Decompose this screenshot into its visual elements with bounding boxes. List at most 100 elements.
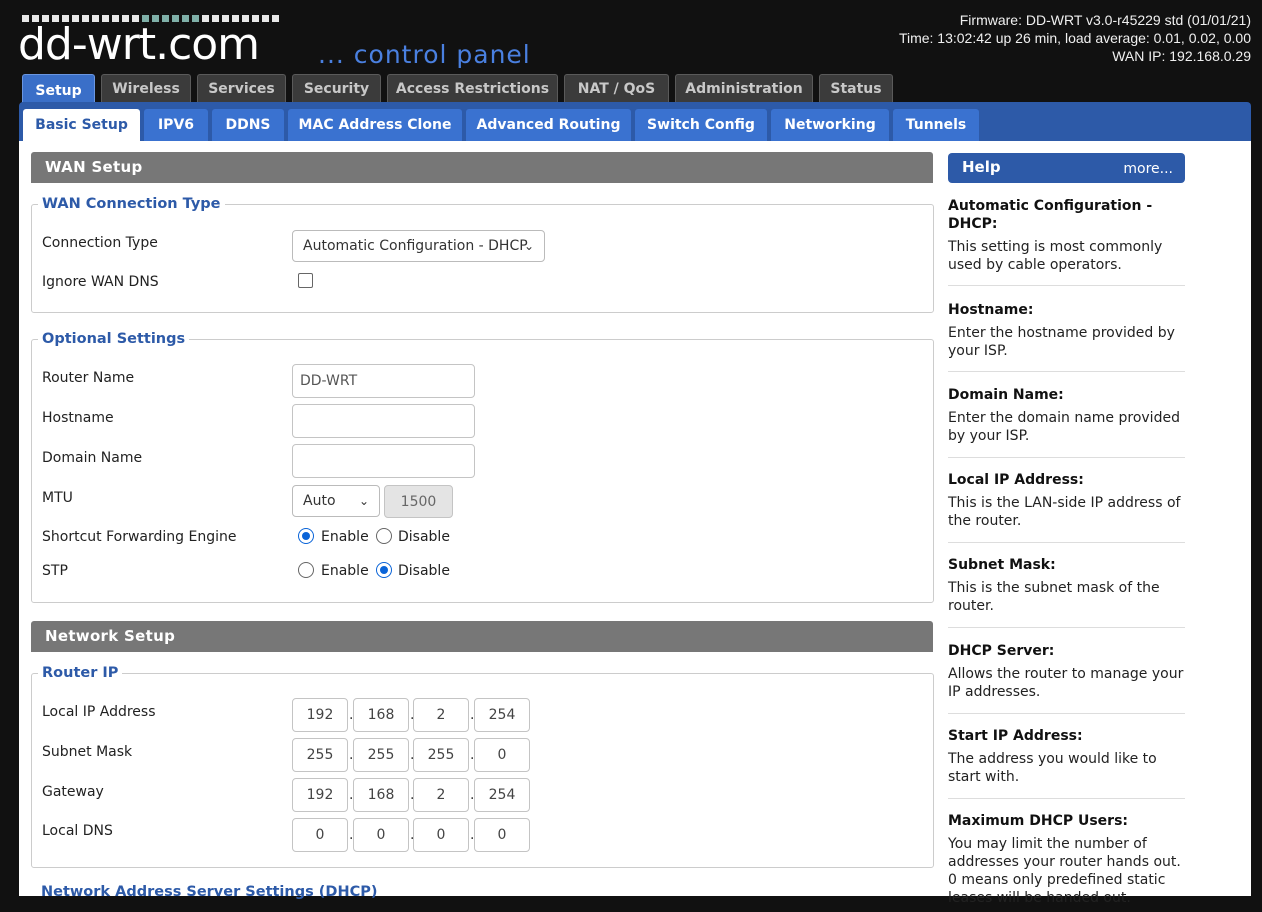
tab-administration[interactable]: Administration: [675, 74, 813, 104]
section-header-wan-setup: WAN Setup: [31, 152, 933, 183]
help-more-link[interactable]: more...: [1123, 153, 1173, 185]
help-item-text: This is the LAN-side IP address of the r…: [948, 495, 1181, 529]
help-item-text: Allows the router to manage your IP addr…: [948, 666, 1184, 700]
help-item-heading: Maximum DHCP Users:: [948, 813, 1129, 829]
uptime-text: Time: 13:02:42 up 26 min, load average: …: [898, 30, 1251, 46]
sfe-disable-label: Disable: [398, 529, 450, 545]
subnet-octet-3[interactable]: 255: [413, 738, 469, 772]
dns-octet-1[interactable]: 0: [292, 818, 348, 852]
subtab-networking[interactable]: Networking: [771, 109, 889, 142]
label-local-ip-address: Local IP Address: [42, 704, 156, 720]
gateway-octet-1[interactable]: 192: [292, 778, 348, 812]
legend-optional-settings: Optional Settings: [42, 331, 186, 347]
fieldset-optional-settings: Optional Settings: [31, 331, 934, 603]
gateway-octet-2[interactable]: 168: [353, 778, 409, 812]
subnet-octet-2[interactable]: 255: [353, 738, 409, 772]
gateway-octet-3[interactable]: 2: [413, 778, 469, 812]
help-item-text: This is the subnet mask of the router.: [948, 580, 1160, 614]
stp-disable-radio[interactable]: [376, 562, 392, 578]
subnet-octet-4[interactable]: 0: [474, 738, 530, 772]
domain-name-input[interactable]: [292, 444, 475, 478]
tab-services[interactable]: Services: [197, 74, 286, 104]
label-domain-name: Domain Name: [42, 450, 143, 466]
stp-enable-radio[interactable]: [298, 562, 314, 578]
status-info: Firmware: DD-WRT v3.0-r45229 std (01/01/…: [899, 11, 1251, 65]
help-item-heading: Subnet Mask:: [948, 557, 1056, 573]
stp-enable-label: Enable: [321, 563, 369, 579]
help-item: Automatic Configuration - DHCP: This set…: [948, 197, 1185, 286]
label-stp: STP: [42, 563, 68, 579]
tab-status[interactable]: Status: [819, 74, 893, 104]
help-item-text: You may limit the number of addresses yo…: [948, 836, 1181, 906]
header: dd-wrt.com ... control panel Firmware: D…: [0, 0, 1262, 106]
mtu-mode-select[interactable]: Auto ⌄: [292, 485, 380, 517]
subtab-mac-address-clone[interactable]: MAC Address Clone: [288, 109, 462, 142]
help-item: Maximum DHCP Users: You may limit the nu…: [948, 812, 1185, 912]
legend-dhcp-settings: Network Address Server Settings (DHCP): [41, 884, 378, 900]
logo-main: dd-wrt: [18, 19, 156, 70]
label-connection-type: Connection Type: [42, 235, 158, 251]
help-item-text: The address you would like to start with…: [948, 751, 1157, 785]
sfe-enable-label: Enable: [321, 529, 369, 545]
help-item-text: Enter the domain name provided by your I…: [948, 410, 1180, 444]
gateway-octet-4[interactable]: 254: [474, 778, 530, 812]
label-hostname: Hostname: [42, 410, 114, 426]
mtu-value-input: 1500: [384, 485, 453, 518]
local-ip-octet-1[interactable]: 192: [292, 698, 348, 732]
connection-type-select[interactable]: Automatic Configuration - DHCP ⌄: [292, 230, 545, 262]
subtab-ipv6[interactable]: IPV6: [144, 109, 208, 142]
hostname-input[interactable]: [292, 404, 475, 438]
dns-octet-4[interactable]: 0: [474, 818, 530, 852]
firmware-version: Firmware: DD-WRT v3.0-r45229 std (01/01/…: [959, 12, 1251, 28]
router-name-input[interactable]: DD-WRT: [292, 364, 475, 398]
help-item: DHCP Server: Allows the router to manage…: [948, 642, 1185, 714]
help-title: Help: [962, 158, 1001, 176]
section-header-network-setup: Network Setup: [31, 621, 933, 652]
stp-disable-label: Disable: [398, 563, 450, 579]
sfe-enable-radio[interactable]: [298, 528, 314, 544]
dns-octet-2[interactable]: 0: [353, 818, 409, 852]
help-item: Local IP Address: This is the LAN-side I…: [948, 471, 1185, 543]
legend-router-ip: Router IP: [42, 665, 119, 681]
label-shortcut-forwarding-engine: Shortcut Forwarding Engine: [42, 529, 237, 545]
local-ip-octet-4[interactable]: 254: [474, 698, 530, 732]
label-ignore-wan-dns: Ignore WAN DNS: [42, 274, 159, 290]
label-gateway: Gateway: [42, 784, 104, 800]
help-item-heading: DHCP Server:: [948, 643, 1055, 659]
legend-wan-connection-type: WAN Connection Type: [42, 196, 221, 212]
logo-subtitle: ... control panel: [318, 40, 531, 69]
tab-access-restrictions[interactable]: Access Restrictions: [387, 74, 558, 104]
ignore-wan-dns-checkbox[interactable]: [298, 273, 313, 288]
mtu-mode-value: Auto: [303, 493, 336, 509]
chevron-down-icon: ⌄: [523, 239, 534, 253]
help-item-heading: Hostname:: [948, 302, 1034, 318]
sfe-disable-radio[interactable]: [376, 528, 392, 544]
subtab-basic-setup[interactable]: Basic Setup: [23, 109, 140, 142]
tab-wireless[interactable]: Wireless: [101, 74, 191, 104]
connection-type-value: Automatic Configuration - DHCP: [303, 238, 528, 254]
help-item-heading: Domain Name:: [948, 387, 1064, 403]
wan-ip-text: WAN IP: 192.168.0.29: [1112, 48, 1251, 64]
help-item: Start IP Address: The address you would …: [948, 727, 1185, 799]
tab-security[interactable]: Security: [292, 74, 381, 104]
subtab-switch-config[interactable]: Switch Config: [635, 109, 767, 142]
subtab-tunnels[interactable]: Tunnels: [893, 109, 979, 142]
subtab-ddns[interactable]: DDNS: [212, 109, 284, 142]
tab-nat-qos[interactable]: NAT / QoS: [564, 74, 669, 104]
label-subnet-mask: Subnet Mask: [42, 744, 133, 760]
help-item-heading: Start IP Address:: [948, 728, 1083, 744]
local-ip-octet-3[interactable]: 2: [413, 698, 469, 732]
help-item: Hostname: Enter the hostname provided by…: [948, 301, 1185, 372]
help-item-heading: Local IP Address:: [948, 472, 1084, 488]
logo-tld: .com: [155, 19, 260, 70]
help-item-text: Enter the hostname provided by your ISP.: [948, 325, 1175, 359]
main-content: WAN Setup WAN Connection Type Connection…: [19, 141, 1251, 906]
dns-octet-3[interactable]: 0: [413, 818, 469, 852]
local-ip-octet-2[interactable]: 168: [353, 698, 409, 732]
subnet-octet-1[interactable]: 255: [292, 738, 348, 772]
help-item-heading: Automatic Configuration - DHCP:: [948, 198, 1153, 232]
sub-tab-bar: Basic Setup IPV6 DDNS MAC Address Clone …: [19, 102, 1251, 142]
help-item: Subnet Mask: This is the subnet mask of …: [948, 556, 1185, 628]
help-header: Help more...: [948, 153, 1185, 183]
subtab-advanced-routing[interactable]: Advanced Routing: [466, 109, 631, 142]
